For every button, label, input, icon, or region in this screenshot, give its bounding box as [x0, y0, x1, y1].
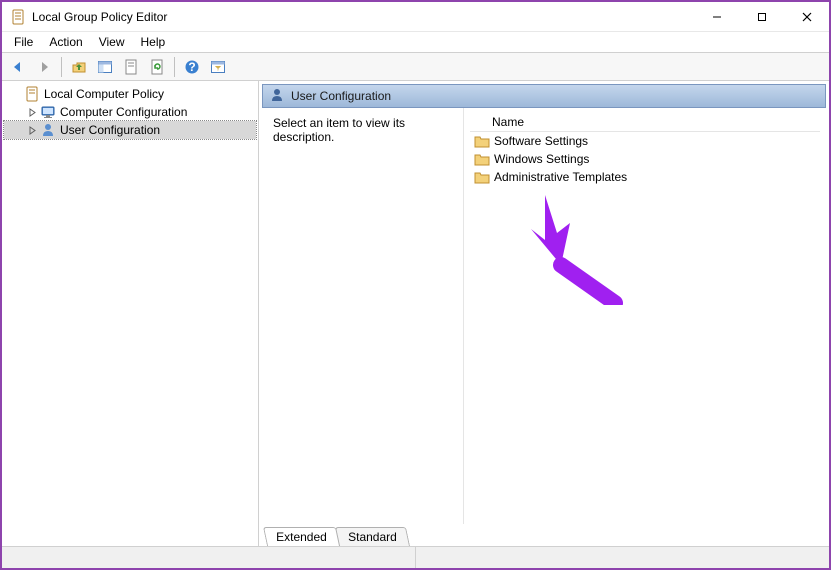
- list-item-label: Administrative Templates: [494, 170, 627, 184]
- svg-text:?: ?: [188, 60, 195, 74]
- show-hide-tree-button[interactable]: [93, 55, 117, 79]
- list-item-windows-settings[interactable]: Windows Settings: [470, 150, 820, 168]
- titlebar: Local Group Policy Editor: [2, 2, 829, 32]
- detail-heading: User Configuration: [291, 89, 391, 103]
- user-icon: [269, 87, 285, 106]
- app-window: Local Group Policy Editor File Action Vi…: [0, 0, 831, 570]
- folder-icon: [474, 152, 490, 166]
- help-button[interactable]: ?: [180, 55, 204, 79]
- tree-label: User Configuration: [60, 123, 160, 137]
- tree-pane[interactable]: Local Computer Policy Computer Configura…: [2, 81, 259, 546]
- up-button[interactable]: [67, 55, 91, 79]
- close-button[interactable]: [784, 2, 829, 31]
- list-column: Name Software Settings Windows Settings …: [463, 108, 826, 524]
- tree-label: Computer Configuration: [60, 105, 187, 119]
- menu-help[interactable]: Help: [133, 33, 174, 51]
- chevron-right-icon[interactable]: [26, 124, 38, 136]
- forward-button[interactable]: [32, 55, 56, 79]
- tabstrip: Extended Standard: [259, 524, 829, 546]
- window-controls: [694, 2, 829, 31]
- toolbar-separator: [174, 57, 175, 77]
- folder-icon: [474, 134, 490, 148]
- folder-icon: [474, 170, 490, 184]
- description-column: Select an item to view its description.: [263, 108, 463, 524]
- tab-extended[interactable]: Extended: [263, 527, 340, 546]
- minimize-button[interactable]: [694, 2, 739, 31]
- computer-icon: [40, 104, 56, 120]
- status-cell: [2, 547, 416, 568]
- refresh-button[interactable]: [145, 55, 169, 79]
- tree-label: Local Computer Policy: [44, 87, 164, 101]
- tab-standard[interactable]: Standard: [335, 527, 410, 546]
- app-icon: [10, 9, 26, 25]
- list-item-label: Software Settings: [494, 134, 588, 148]
- menu-view[interactable]: View: [91, 33, 133, 51]
- filter-button[interactable]: [206, 55, 230, 79]
- menubar: File Action View Help: [2, 32, 829, 53]
- detail-body: Select an item to view its description. …: [262, 108, 826, 524]
- window-title: Local Group Policy Editor: [32, 10, 694, 24]
- back-button[interactable]: [6, 55, 30, 79]
- statusbar: [2, 546, 829, 568]
- chevron-right-icon[interactable]: [26, 106, 38, 118]
- content-pane: User Configuration Select an item to vie…: [259, 81, 829, 546]
- main-split: Local Computer Policy Computer Configura…: [2, 81, 829, 546]
- toolbar: ?: [2, 53, 829, 81]
- list-item-label: Windows Settings: [494, 152, 589, 166]
- properties-button[interactable]: [119, 55, 143, 79]
- status-cell: [416, 547, 829, 568]
- menu-file[interactable]: File: [6, 33, 41, 51]
- tree-item-computer-configuration[interactable]: Computer Configuration: [4, 103, 256, 121]
- maximize-button[interactable]: [739, 2, 784, 31]
- detail-header: User Configuration: [262, 84, 826, 108]
- tree-item-user-configuration[interactable]: User Configuration: [4, 121, 256, 139]
- user-icon: [40, 122, 56, 138]
- tree-root[interactable]: Local Computer Policy: [4, 85, 256, 103]
- toolbar-separator: [61, 57, 62, 77]
- policy-icon: [24, 86, 40, 102]
- description-text: Select an item to view its description.: [273, 116, 405, 144]
- menu-action[interactable]: Action: [41, 33, 90, 51]
- column-header-name[interactable]: Name: [470, 112, 820, 132]
- list-item-administrative-templates[interactable]: Administrative Templates: [470, 168, 820, 186]
- list-item-software-settings[interactable]: Software Settings: [470, 132, 820, 150]
